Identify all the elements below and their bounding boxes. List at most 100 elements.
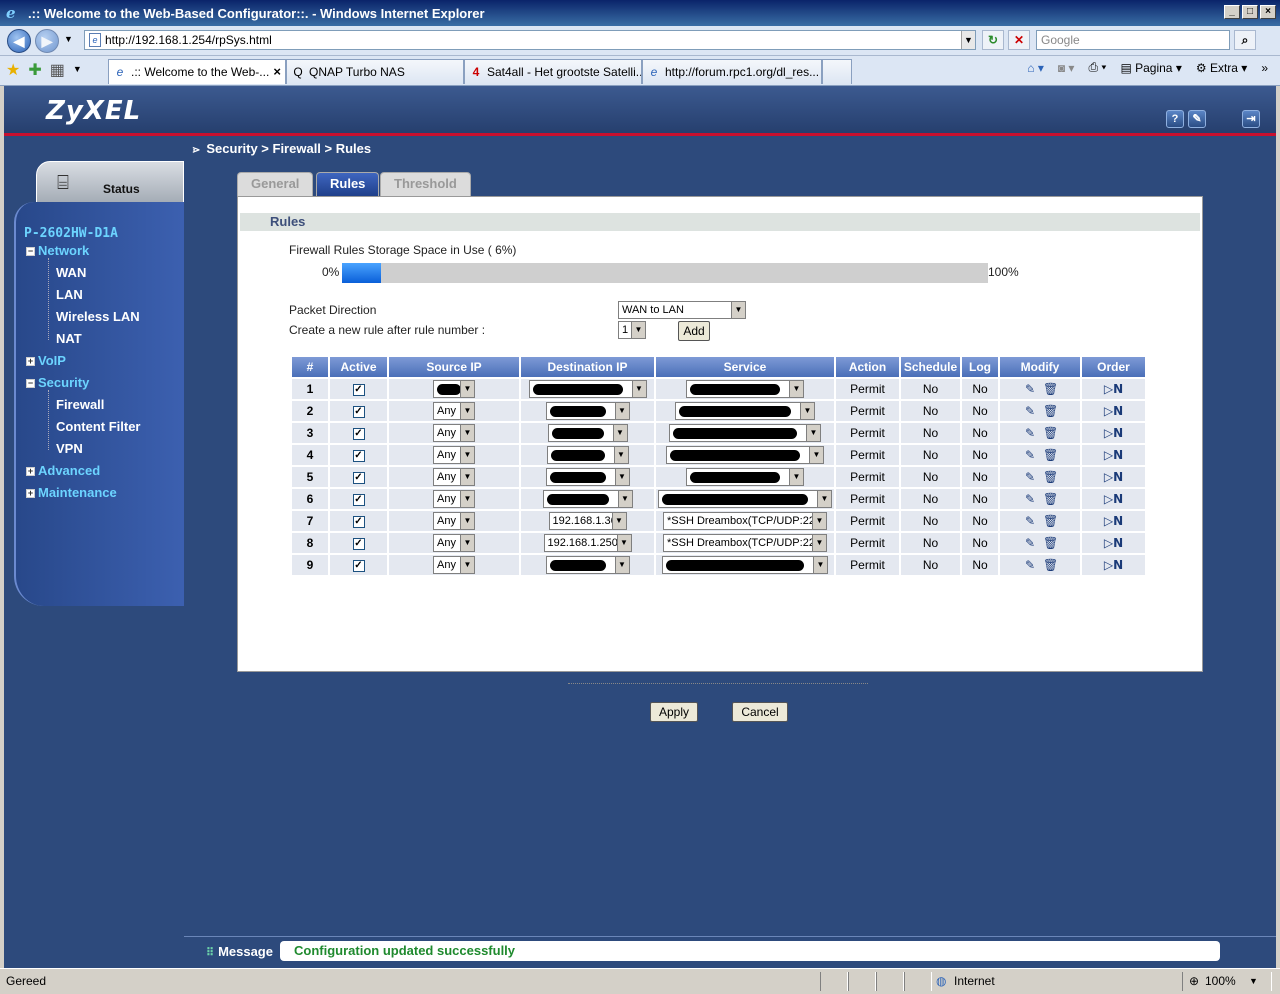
service-select[interactable]: *SSH Dreambox(TCP/UDP:22) ▼: [663, 512, 827, 530]
expand-icon[interactable]: +: [26, 489, 35, 498]
edit-icon[interactable]: ✎: [1023, 558, 1037, 572]
service-select[interactable]: ▼: [662, 556, 828, 574]
active-checkbox[interactable]: ✓: [352, 449, 365, 462]
service-select[interactable]: *SSH Dreambox(TCP/UDP:22) ▼: [663, 534, 827, 552]
trash-icon[interactable]: 🗑: [1043, 492, 1058, 506]
sidebar-item-voip[interactable]: + VoIP: [26, 353, 66, 368]
sidebar-item-lan[interactable]: LAN: [56, 287, 83, 302]
more-chevron-icon[interactable]: »: [1261, 61, 1268, 75]
minimize-button[interactable]: _: [1224, 5, 1240, 19]
sidebar-item-content-filter[interactable]: Content Filter: [56, 419, 141, 434]
active-checkbox[interactable]: ✓: [352, 427, 365, 440]
trash-icon[interactable]: 🗑: [1043, 470, 1058, 484]
service-select[interactable]: ▼: [658, 490, 832, 508]
apply-button[interactable]: Apply: [650, 702, 698, 722]
service-select[interactable]: ▼: [686, 468, 804, 486]
tab-threshold[interactable]: Threshold: [380, 172, 471, 196]
active-checkbox[interactable]: ✓: [352, 405, 365, 418]
trash-icon[interactable]: 🗑: [1043, 448, 1058, 462]
source-ip-select[interactable]: Any ▼: [433, 490, 475, 508]
active-checkbox[interactable]: ✓: [352, 471, 365, 484]
zoom-control[interactable]: ⊕ 100% ▼: [1182, 972, 1272, 991]
search-input[interactable]: Google: [1036, 30, 1230, 50]
service-select[interactable]: ▼: [686, 380, 804, 398]
add-button[interactable]: Add: [678, 321, 710, 341]
move-icon[interactable]: ▷N: [1104, 536, 1123, 550]
service-select[interactable]: ▼: [675, 402, 815, 420]
source-ip-select[interactable]: Any ▼: [433, 468, 475, 486]
rule-number-select[interactable]: 1 ▼: [618, 321, 646, 339]
edit-icon[interactable]: ✎: [1023, 514, 1037, 528]
move-icon[interactable]: ▷N: [1104, 470, 1123, 484]
dest-ip-select[interactable]: 192.168.1.36 ▼: [548, 512, 627, 530]
address-dropdown-icon[interactable]: ▼: [961, 31, 975, 49]
source-ip-select[interactable]: Any ▼: [433, 402, 475, 420]
source-ip-select[interactable]: Any ▼: [433, 534, 475, 552]
tab-forum[interactable]: e http://forum.rpc1.org/dl_res...: [642, 59, 822, 84]
history-dropdown-icon[interactable]: ▼: [64, 34, 73, 44]
source-ip-select[interactable]: Any ▼: [433, 512, 475, 530]
move-icon[interactable]: ▷N: [1104, 404, 1123, 418]
forward-button[interactable]: ▶: [35, 29, 59, 53]
edit-icon[interactable]: ✎: [1023, 404, 1037, 418]
logout-icon[interactable]: ⇥: [1242, 110, 1260, 128]
trash-icon[interactable]: 🗑: [1043, 404, 1058, 418]
close-window-button[interactable]: ×: [1260, 5, 1276, 19]
expand-icon[interactable]: +: [26, 357, 35, 366]
wizard-icon[interactable]: ✎: [1188, 110, 1206, 128]
search-icon[interactable]: ⌕: [1234, 30, 1256, 50]
print-icon[interactable]: ⎙ ▾: [1088, 60, 1106, 75]
dest-ip-select[interactable]: ▼: [542, 490, 633, 508]
source-ip-select[interactable]: ▼: [433, 380, 475, 398]
source-ip-select[interactable]: Any ▼: [433, 446, 475, 464]
source-ip-select[interactable]: Any ▼: [433, 556, 475, 574]
move-icon[interactable]: ▷N: [1104, 448, 1123, 462]
active-checkbox[interactable]: ✓: [352, 537, 365, 550]
tab-configurator[interactable]: e .:: Welcome to the Web-... ×: [108, 59, 286, 84]
feeds-icon[interactable]: ◙ ▾: [1058, 61, 1075, 75]
help-icon[interactable]: ?: [1166, 110, 1184, 128]
edit-icon[interactable]: ✎: [1023, 426, 1037, 440]
dest-ip-select[interactable]: 192.168.1.250 ▼: [543, 534, 632, 552]
collapse-icon[interactable]: −: [26, 379, 35, 388]
edit-icon[interactable]: ✎: [1023, 382, 1037, 396]
dest-ip-select[interactable]: ▼: [547, 424, 628, 442]
sidebar-item-wireless-lan[interactable]: Wireless LAN: [56, 309, 140, 324]
tab-qnap[interactable]: Q QNAP Turbo NAS: [286, 59, 464, 84]
packet-direction-select[interactable]: WAN to LAN ▼: [618, 301, 746, 319]
service-select[interactable]: ▼: [669, 424, 821, 442]
move-icon[interactable]: ▷N: [1104, 492, 1123, 506]
sidebar-item-firewall[interactable]: Firewall: [56, 397, 104, 412]
page-menu[interactable]: ▤ Pagina ▾: [1120, 61, 1181, 75]
dest-ip-select[interactable]: ▼: [545, 468, 630, 486]
tools-menu[interactable]: ⚙ Extra ▾: [1196, 61, 1247, 75]
edit-icon[interactable]: ✎: [1023, 448, 1037, 462]
trash-icon[interactable]: 🗑: [1043, 536, 1058, 550]
trash-icon[interactable]: 🗑: [1043, 426, 1058, 440]
collapse-icon[interactable]: −: [26, 247, 35, 256]
edit-icon[interactable]: ✎: [1023, 492, 1037, 506]
zoom-dropdown-icon[interactable]: ▼: [1249, 969, 1258, 993]
move-icon[interactable]: ▷N: [1104, 558, 1123, 572]
sidebar-item-vpn[interactable]: VPN: [56, 441, 83, 456]
active-checkbox[interactable]: ✓: [352, 559, 365, 572]
cancel-button[interactable]: Cancel: [732, 702, 788, 722]
sidebar-item-maintenance[interactable]: + Maintenance: [26, 485, 117, 500]
stop-button[interactable]: ✕: [1008, 30, 1030, 50]
tab-rules[interactable]: Rules: [316, 172, 380, 196]
trash-icon[interactable]: 🗑: [1043, 558, 1058, 572]
dest-ip-select[interactable]: ▼: [528, 380, 647, 398]
refresh-button[interactable]: ↻: [982, 30, 1004, 50]
tab-sat4all[interactable]: 4 Sat4all - Het grootste Satelli...: [464, 59, 642, 84]
move-icon[interactable]: ▷N: [1104, 514, 1123, 528]
address-bar[interactable]: e http://192.168.1.254/rpSys.html ▼: [84, 30, 976, 50]
source-ip-select[interactable]: Any ▼: [433, 424, 475, 442]
service-select[interactable]: ▼: [666, 446, 824, 464]
move-icon[interactable]: ▷N: [1104, 426, 1123, 440]
move-icon[interactable]: ▷N: [1104, 382, 1123, 396]
expand-icon[interactable]: +: [26, 467, 35, 476]
favorites-star-icon[interactable]: ★: [6, 60, 20, 80]
sidebar-item-network[interactable]: − Network: [26, 243, 89, 258]
sidebar-item-nat[interactable]: NAT: [56, 331, 82, 346]
active-checkbox[interactable]: ✓: [352, 383, 365, 396]
